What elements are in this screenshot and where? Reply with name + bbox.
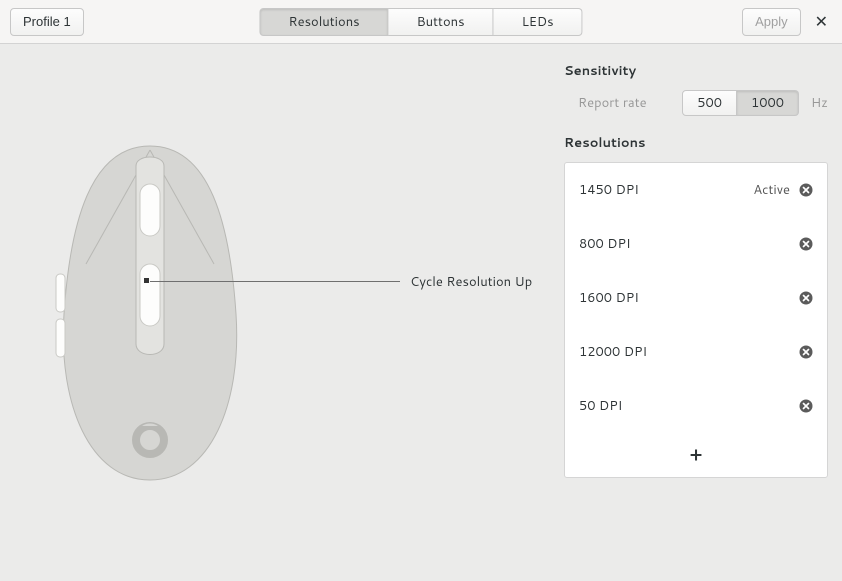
tab-label: Resolutions <box>288 13 359 31</box>
resolution-value: 1450 DPI <box>579 181 753 199</box>
resolution-row[interactable]: 1600 DPI <box>565 271 827 325</box>
rate-unit: Hz <box>811 94 828 112</box>
mouse-preview-pane: Cycle Resolution Up <box>0 44 560 581</box>
close-icon[interactable]: ✕ <box>811 6 832 37</box>
tab-resolutions[interactable]: Resolutions <box>259 8 388 36</box>
profile-selector[interactable]: Profile 1 <box>10 8 84 36</box>
tab-label: Buttons <box>417 13 465 31</box>
main-tabs: Resolutions Buttons LEDs <box>259 8 582 36</box>
rate-option-1000[interactable]: 1000 <box>737 90 799 116</box>
resolution-value: 800 DPI <box>579 235 798 253</box>
apply-label: Apply <box>755 14 788 29</box>
resolution-row[interactable]: 1450 DPI Active <box>565 163 827 217</box>
toolbar: Profile 1 Resolutions Buttons LEDs Apply… <box>0 0 842 44</box>
rate-label: 1000 <box>751 94 784 112</box>
settings-panel: Sensitivity Report rate 500 1000 Hz Reso… <box>560 44 842 581</box>
callout-marker <box>144 278 149 283</box>
report-rate-row: Report rate 500 1000 Hz <box>564 90 828 116</box>
active-badge: Active <box>753 181 790 199</box>
resolution-row[interactable]: 50 DPI <box>565 379 827 433</box>
tab-label: LEDs <box>522 13 554 31</box>
report-rate-selector: 500 1000 <box>682 90 799 116</box>
profile-label: Profile 1 <box>23 14 71 29</box>
delete-icon[interactable] <box>798 399 813 414</box>
rate-label: 500 <box>697 94 722 112</box>
plus-icon: + <box>690 441 702 467</box>
delete-icon[interactable] <box>798 345 813 360</box>
resolution-value: 1600 DPI <box>579 289 798 307</box>
callout-line <box>150 281 400 282</box>
rate-option-500[interactable]: 500 <box>682 90 737 116</box>
toolbar-right: Apply ✕ <box>742 6 832 37</box>
delete-icon[interactable] <box>798 291 813 306</box>
tab-buttons[interactable]: Buttons <box>389 8 494 36</box>
resolution-value: 50 DPI <box>579 397 798 415</box>
delete-icon[interactable] <box>798 183 813 198</box>
sensitivity-heading: Sensitivity <box>564 62 828 80</box>
tab-leds[interactable]: LEDs <box>494 8 583 36</box>
delete-icon[interactable] <box>798 237 813 252</box>
mouse-illustration <box>50 144 250 489</box>
content: Cycle Resolution Up Sensitivity Report r… <box>0 44 842 581</box>
resolutions-heading: Resolutions <box>564 134 828 152</box>
apply-button[interactable]: Apply <box>742 8 801 36</box>
resolution-row[interactable]: 800 DPI <box>565 217 827 271</box>
resolutions-list: 1450 DPI Active 800 DPI 1600 DPI 120 <box>564 162 828 478</box>
report-rate-label: Report rate <box>578 94 647 112</box>
add-resolution-button[interactable]: + <box>565 433 827 477</box>
callout-label: Cycle Resolution Up <box>410 273 532 291</box>
resolution-row[interactable]: 12000 DPI <box>565 325 827 379</box>
resolution-value: 12000 DPI <box>579 343 798 361</box>
